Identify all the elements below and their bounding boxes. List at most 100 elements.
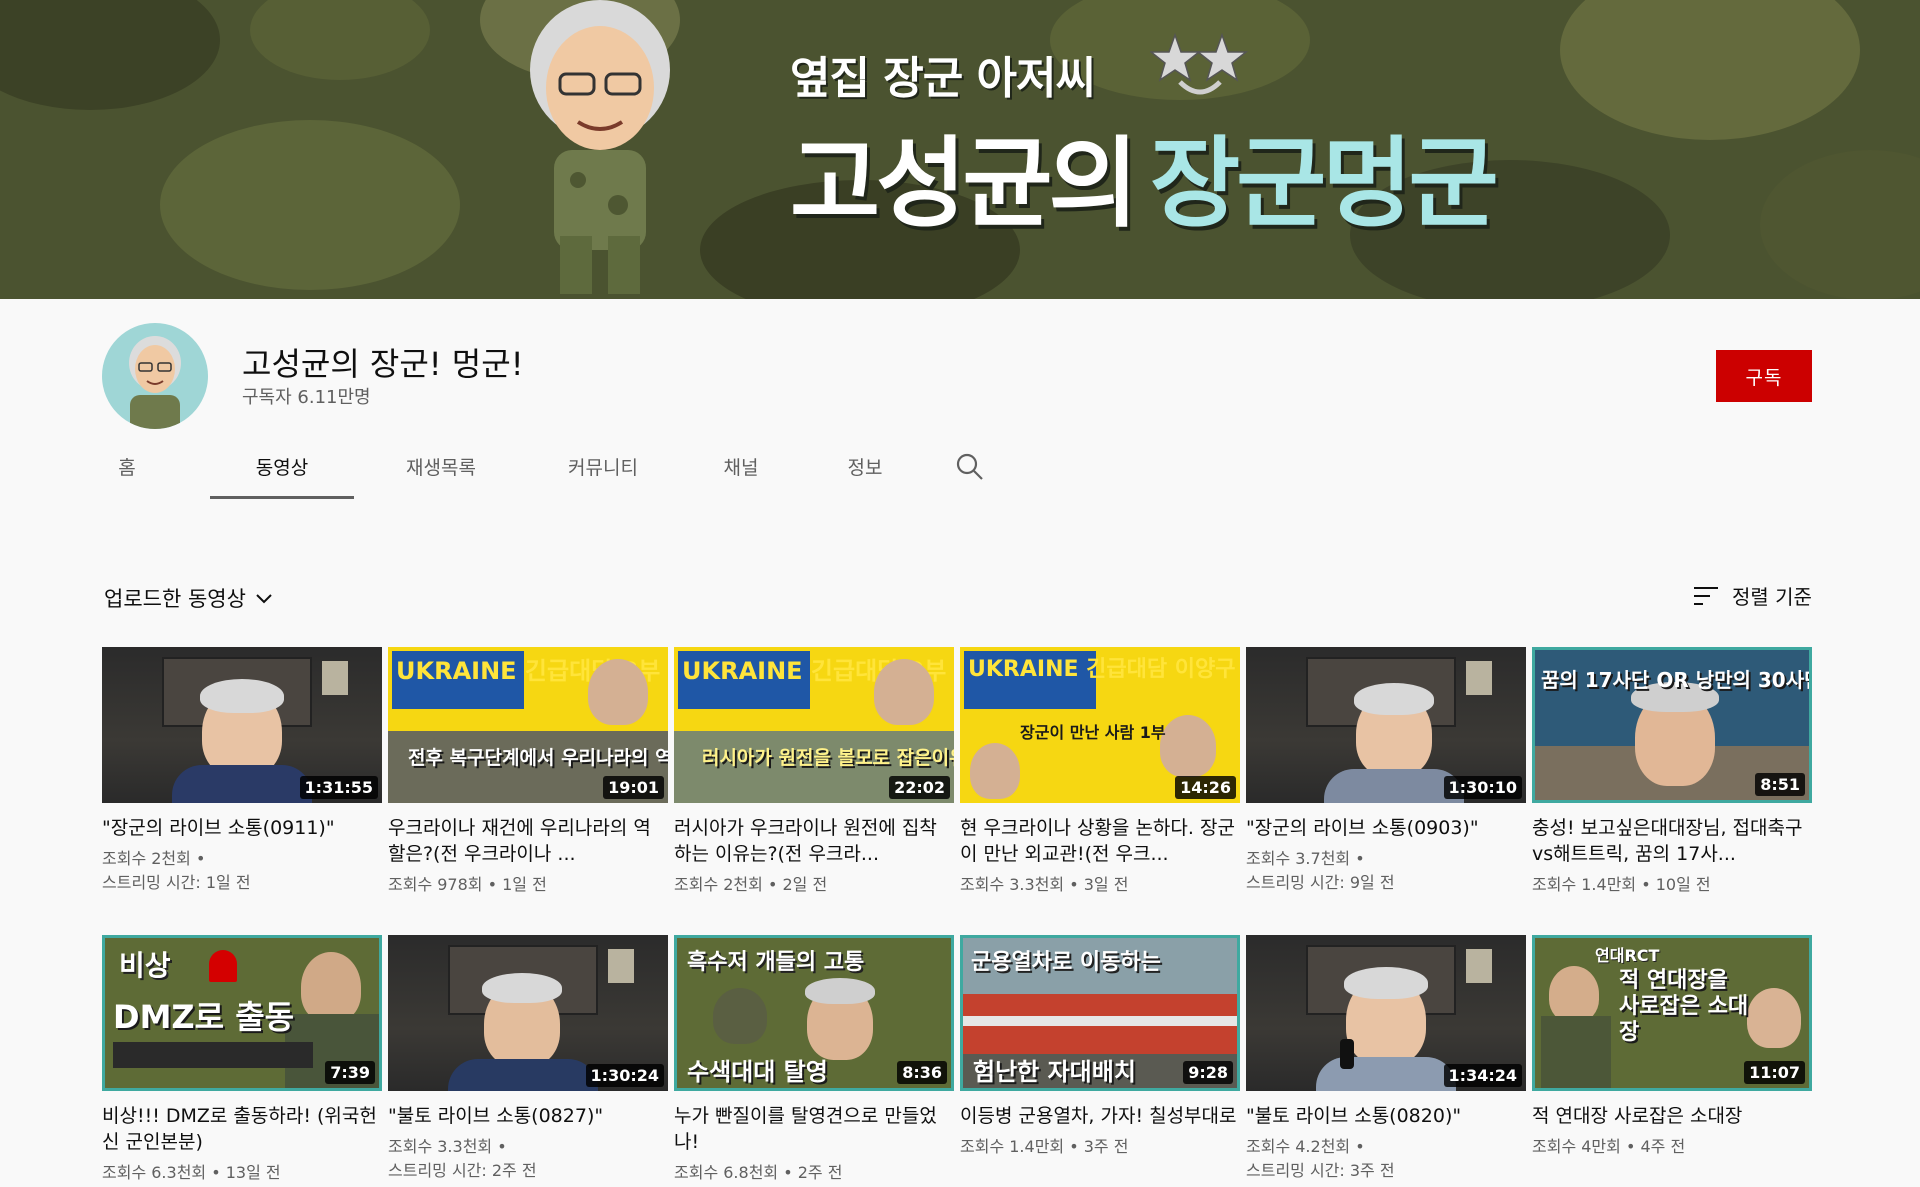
video-meta-line1: 조회수 3.7천회 • bbox=[1246, 849, 1365, 868]
video-duration: 9:28 bbox=[1183, 1061, 1233, 1084]
tab-channels[interactable]: 채널 bbox=[716, 439, 766, 499]
video-thumbnail[interactable]: 1:30:10 bbox=[1246, 647, 1526, 803]
video-duration: 11:07 bbox=[1744, 1061, 1805, 1084]
video-thumbnail[interactable]: UKRAINE 긴급대담 이양구 장군이 만난 사람 1부 14:26 bbox=[960, 647, 1240, 803]
uploads-title: 업로드한 동영상 bbox=[104, 587, 246, 611]
tab-playlists[interactable]: 재생목록 bbox=[394, 439, 488, 499]
video-meta-line1: 조회수 2천회 • bbox=[102, 849, 206, 868]
video-title[interactable]: "불토 라이브 소통(0820)" bbox=[1246, 1103, 1526, 1129]
video-duration: 1:31:55 bbox=[299, 776, 378, 799]
banner-title-main: 고성균의 bbox=[790, 127, 1139, 241]
thumb-top-text: 군용열차로 이동하는 bbox=[971, 950, 1161, 975]
video-title[interactable]: "장군의 라이브 소통(0903)" bbox=[1246, 815, 1526, 841]
video-meta-line1: 조회수 6.8천회 • 2주 전 bbox=[674, 1163, 843, 1182]
video-title[interactable]: 우크라이나 재건에 우리나라의 역할은?(전 우크라이나 ... bbox=[388, 815, 668, 867]
video-meta-line1: 조회수 4만회 • 4주 전 bbox=[1532, 1137, 1686, 1156]
video-thumbnail[interactable]: UKRAINE 긴급대담 2부 러시아가 원전을 볼모로 잡은이유 22:02 bbox=[674, 647, 954, 803]
video-title[interactable]: 현 우크라이나 상황을 논하다. 장군이 만난 외교관!(전 우크... bbox=[960, 815, 1240, 867]
thumb-overlay-text: 적 연대장을 사로잡은 소대장 bbox=[1619, 968, 1749, 1045]
video-card[interactable]: 군용열차로 이동하는 험난한 자대배치 9:28 이등병 군용열차, 가자! 칠… bbox=[960, 935, 1240, 1159]
channel-search-button[interactable] bbox=[950, 447, 990, 487]
video-card[interactable]: UKRAINE 긴급대담 이양구 장군이 만난 사람 1부 14:26 현 우크… bbox=[960, 647, 1240, 897]
video-meta-line2: 스트리밍 시간: 1일 전 bbox=[102, 873, 251, 892]
video-title[interactable]: 적 연대장 사로잡은 소대장 bbox=[1532, 1103, 1812, 1129]
video-card[interactable]: UKRAINE 긴급대담 2부 러시아가 원전을 볼모로 잡은이유 22:02 … bbox=[674, 647, 954, 897]
channel-banner: 옆집 장군 아저씨 고성균의 장군멍군 bbox=[0, 0, 1920, 299]
thumb-overlay-text: 험난한 자대배치 bbox=[973, 1058, 1136, 1086]
channel-name: 고성균의 장군! 멍군! bbox=[242, 345, 524, 383]
subscribe-button[interactable]: 구독 bbox=[1716, 350, 1812, 402]
uploads-dropdown[interactable]: 업로드한 동영상 bbox=[104, 583, 274, 613]
video-meta-line1: 조회수 978회 • 1일 전 bbox=[388, 875, 547, 894]
video-card[interactable]: 흑수저 개들의 고통 수색대대 탈영 8:36 누가 빤질이를 탈영견으로 만들… bbox=[674, 935, 954, 1185]
video-card[interactable]: 비상 DMZ로 출동 7:39 비상!!! DMZ로 출동하라! (위국헌신 군… bbox=[102, 935, 382, 1185]
video-card[interactable]: 1:30:24 "불토 라이브 소통(0827)" 조회수 3.3천회 • 스트… bbox=[388, 935, 668, 1183]
general-stars-icon bbox=[1150, 32, 1249, 95]
thumb-top-text: 비상 bbox=[119, 949, 171, 982]
thumb-overlay-text: 러시아가 원전을 볼모로 잡은이유 bbox=[702, 747, 954, 769]
video-section: 업로드한 동영상 정렬 기준 1:31:55 "장군의 라이브 소통(0911)… bbox=[0, 499, 1920, 1187]
video-meta-line2: 스트리밍 시간: 3주 전 bbox=[1246, 1161, 1395, 1180]
video-duration: 19:01 bbox=[603, 776, 664, 799]
video-thumbnail[interactable]: 흑수저 개들의 고통 수색대대 탈영 8:36 bbox=[674, 935, 954, 1091]
video-meta-line1: 조회수 1.4만회 • 3주 전 bbox=[960, 1137, 1129, 1156]
video-duration: 22:02 bbox=[889, 776, 950, 799]
video-thumbnail[interactable]: 1:30:24 bbox=[388, 935, 668, 1091]
search-icon bbox=[956, 453, 983, 480]
video-card[interactable]: 1:34:24 "불토 라이브 소통(0820)" 조회수 4.2천회 • 스트… bbox=[1246, 935, 1526, 1183]
video-card[interactable]: 1:31:55 "장군의 라이브 소통(0911)" 조회수 2천회 • 스트리… bbox=[102, 647, 382, 895]
video-meta-line1: 조회수 1.4만회 • 10일 전 bbox=[1532, 875, 1711, 894]
tab-about[interactable]: 정보 bbox=[840, 439, 890, 499]
video-title[interactable]: 비상!!! DMZ로 출동하라! (위국헌신 군인본분) bbox=[102, 1103, 382, 1155]
video-title[interactable]: "불토 라이브 소통(0827)" bbox=[388, 1103, 668, 1129]
tab-home[interactable]: 홈 bbox=[104, 439, 150, 499]
video-meta-line1: 조회수 4.2천회 • bbox=[1246, 1137, 1365, 1156]
sort-label: 정렬 기준 bbox=[1732, 585, 1812, 609]
video-thumbnail[interactable]: UKRAINE 긴급대담 3부 전후 복구단계에서 우리나라의 역할 19:01 bbox=[388, 647, 668, 803]
video-title[interactable]: 누가 빤질이를 탈영견으로 만들었나! bbox=[674, 1103, 954, 1155]
video-title[interactable]: 러시아가 우크라이나 원전에 집착하는 이유는?(전 우크라... bbox=[674, 815, 954, 867]
tab-community[interactable]: 커뮤니티 bbox=[556, 439, 650, 499]
video-duration: 8:36 bbox=[897, 1061, 947, 1084]
subscriber-count: 구독자 6.11만명 bbox=[242, 387, 371, 408]
video-meta-line1: 조회수 6.3천회 • 13일 전 bbox=[102, 1163, 281, 1182]
tab-videos[interactable]: 동영상 bbox=[210, 439, 354, 499]
video-thumbnail[interactable]: 꿈의 17사단 OR 낭만의 30사단 8:51 bbox=[1532, 647, 1812, 803]
channel-tabs: 홈 동영상 재생목록 커뮤니티 채널 정보 bbox=[104, 439, 990, 499]
video-duration: 7:39 bbox=[325, 1061, 375, 1084]
video-thumbnail[interactable]: 군용열차로 이동하는 험난한 자대배치 9:28 bbox=[960, 935, 1240, 1091]
avatar-illustration bbox=[129, 336, 181, 429]
video-duration: 1:30:24 bbox=[585, 1064, 664, 1087]
video-title[interactable]: 이등병 군용열차, 가자! 칠성부대로 bbox=[960, 1103, 1240, 1129]
thumb-top-text: 연대RCT bbox=[1595, 946, 1660, 965]
video-thumbnail[interactable]: 1:31:55 bbox=[102, 647, 382, 803]
video-duration: 8:51 bbox=[1755, 773, 1805, 796]
video-thumbnail[interactable]: 1:34:24 bbox=[1246, 935, 1526, 1091]
thumb-top-text: 흑수저 개들의 고통 bbox=[687, 950, 865, 975]
thumb-overlay-text: 꿈의 17사단 OR 낭만의 30사단 bbox=[1541, 668, 1812, 692]
video-thumbnail[interactable]: 연대RCT 적 연대장을 사로잡은 소대장 11:07 bbox=[1532, 935, 1812, 1091]
banner-title-accent: 장군멍군 bbox=[1150, 127, 1499, 241]
channel-avatar[interactable] bbox=[102, 323, 208, 429]
video-meta-line1: 조회수 2천회 • 2일 전 bbox=[674, 875, 828, 894]
video-card[interactable]: 1:30:10 "장군의 라이브 소통(0903)" 조회수 3.7천회 • 스… bbox=[1246, 647, 1526, 895]
chevron-down-icon bbox=[256, 594, 272, 604]
video-duration: 1:30:10 bbox=[1443, 776, 1522, 799]
channel-header: 고성균의 장군! 멍군! 구독자 6.11만명 구독 홈 동영상 재생목록 커뮤… bbox=[0, 299, 1920, 499]
video-meta-line2: 스트리밍 시간: 9일 전 bbox=[1246, 873, 1395, 892]
video-card[interactable]: 꿈의 17사단 OR 낭만의 30사단 8:51 충성! 보고싶은대대장님, 접… bbox=[1532, 647, 1812, 897]
thumb-overlay-text: 전후 복구단계에서 우리나라의 역할 bbox=[408, 747, 668, 769]
video-title[interactable]: 충성! 보고싶은대대장님, 접대축구vs해트트릭, 꿈의 17사... bbox=[1532, 815, 1812, 867]
video-meta-line1: 조회수 3.3천회 • bbox=[388, 1137, 507, 1156]
sort-button[interactable]: 정렬 기준 bbox=[1692, 581, 1812, 610]
video-thumbnail[interactable]: 비상 DMZ로 출동 7:39 bbox=[102, 935, 382, 1091]
video-card[interactable]: UKRAINE 긴급대담 3부 전후 복구단계에서 우리나라의 역할 19:01… bbox=[388, 647, 668, 897]
thumb-overlay-text: DMZ로 출동 bbox=[113, 998, 295, 1036]
video-card[interactable]: 연대RCT 적 연대장을 사로잡은 소대장 11:07 적 연대장 사로잡은 소… bbox=[1532, 935, 1812, 1159]
video-title[interactable]: "장군의 라이브 소통(0911)" bbox=[102, 815, 382, 841]
banner-subtitle: 옆집 장군 아저씨 bbox=[790, 53, 1096, 104]
thumb-top-text: UKRAINE 긴급대담 이양구 bbox=[968, 657, 1236, 682]
video-meta-line2: 스트리밍 시간: 2주 전 bbox=[388, 1161, 537, 1180]
thumb-overlay-text: 수색대대 탈영 bbox=[687, 1058, 828, 1086]
thumb-overlay-text: 장군이 만난 사람 1부 bbox=[1020, 723, 1166, 742]
